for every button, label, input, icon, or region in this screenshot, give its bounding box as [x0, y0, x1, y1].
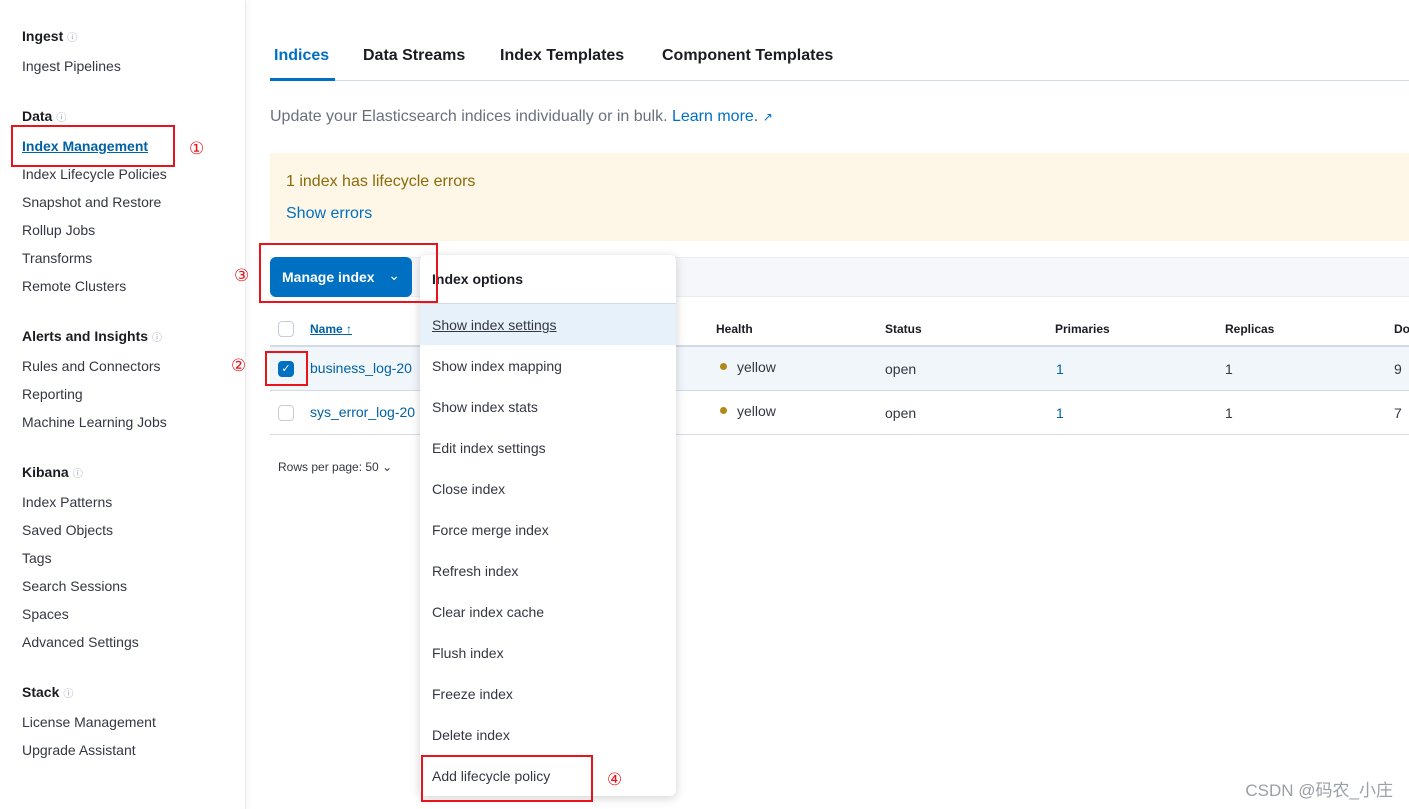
column-status[interactable]: Status: [885, 322, 922, 336]
row-checkbox[interactable]: [278, 405, 294, 421]
column-primaries[interactable]: Primaries: [1055, 322, 1110, 336]
menu-item-clear-cache[interactable]: Clear index cache: [420, 591, 676, 632]
docs-cell: 9: [1394, 361, 1402, 377]
section-title: Stack: [22, 684, 60, 700]
sidebar-item-spaces[interactable]: Spaces: [22, 606, 69, 622]
section-alerts: Alerts and Insights ⓘ: [22, 328, 162, 344]
health-cell: yellow: [720, 403, 776, 419]
sidebar-item-rollup[interactable]: Rollup Jobs: [22, 222, 95, 238]
annotation-box-1: [11, 125, 175, 167]
help-icon[interactable]: ⓘ: [152, 333, 162, 344]
column-name[interactable]: Name ↑: [310, 322, 352, 336]
section-title: Ingest: [22, 28, 64, 44]
section-stack: Stack ⓘ: [22, 684, 73, 700]
sidebar-item-upgrade[interactable]: Upgrade Assistant: [22, 742, 136, 758]
rows-per-page-label: Rows per page: 50: [278, 460, 379, 474]
menu-item-edit-settings[interactable]: Edit index settings: [420, 427, 676, 468]
menu-item-close-index[interactable]: Close index: [420, 468, 676, 509]
index-name-link[interactable]: business_log-20: [310, 360, 412, 376]
status-cell: open: [885, 405, 917, 421]
menu-item-force-merge[interactable]: Force merge index: [420, 509, 676, 550]
help-icon[interactable]: ⓘ: [63, 689, 73, 700]
index-options-menu: Index options Show index settings Show i…: [420, 255, 676, 796]
column-name-label: Name: [310, 322, 343, 336]
sort-ascending-icon: ↑: [346, 322, 353, 336]
tab-index-templates[interactable]: Index Templates: [500, 47, 624, 65]
status-cell: open: [885, 361, 917, 377]
sidebar-item-transforms[interactable]: Transforms: [22, 250, 92, 266]
menu-item-freeze[interactable]: Freeze index: [420, 673, 676, 714]
sidebar-item-snapshot[interactable]: Snapshot and Restore: [22, 194, 161, 210]
sidebar-item-reporting[interactable]: Reporting: [22, 386, 83, 402]
menu-item-show-mapping[interactable]: Show index mapping: [420, 345, 676, 386]
menu-item-show-stats[interactable]: Show index stats: [420, 386, 676, 427]
health-value: yellow: [737, 403, 776, 419]
annotation-box-2: [265, 351, 308, 386]
sidebar-item-license[interactable]: License Management: [22, 714, 156, 730]
primaries-cell: 1: [1056, 405, 1064, 421]
watermark: CSDN @码农_小庄: [1245, 781, 1393, 800]
menu-item-show-settings[interactable]: Show index settings: [420, 304, 676, 345]
replicas-cell: 1: [1225, 405, 1233, 421]
section-title: Kibana: [22, 464, 69, 480]
menu-item-flush[interactable]: Flush index: [420, 632, 676, 673]
primaries-cell: 1: [1056, 361, 1064, 377]
menu-title: Index options: [432, 271, 523, 287]
annotation-number-3: ③: [234, 266, 250, 285]
sidebar-item-rules[interactable]: Rules and Connectors: [22, 358, 161, 374]
callout-title: 1 index has lifecycle errors: [286, 173, 476, 190]
health-cell: yellow: [720, 359, 776, 375]
select-all-checkbox[interactable]: [278, 321, 294, 337]
column-health[interactable]: Health: [716, 322, 753, 336]
sidebar-item-ml-jobs[interactable]: Machine Learning Jobs: [22, 414, 167, 430]
tab-indices[interactable]: Indices: [274, 47, 329, 65]
docs-cell: 7: [1394, 405, 1402, 421]
annotation-number-4: ④: [607, 770, 623, 789]
sidebar-item-saved-objects[interactable]: Saved Objects: [22, 522, 113, 538]
section-title: Data: [22, 108, 53, 124]
section-ingest: Ingest ⓘ: [22, 28, 77, 44]
external-link-icon: ↗: [762, 110, 773, 124]
menu-item-delete[interactable]: Delete index: [420, 714, 676, 755]
sidebar: Ingest ⓘ Ingest Pipelines Data ⓘ Index Man…: [0, 0, 246, 809]
section-title: Alerts and Insights: [22, 328, 149, 344]
column-docs[interactable]: Do: [1394, 322, 1409, 336]
lifecycle-errors-callout: 1 index has lifecycle errors Show errors: [270, 153, 1409, 241]
annotation-box-3: [259, 243, 438, 303]
index-name-link[interactable]: sys_error_log-20: [310, 404, 415, 420]
tabs: Indices Data Streams Index Templates Com…: [270, 40, 1409, 81]
active-tab-indicator: [270, 78, 335, 81]
annotation-box-4: [421, 755, 593, 802]
chevron-down-icon: ⌄: [382, 460, 393, 474]
column-replicas[interactable]: Replicas: [1225, 322, 1274, 336]
menu-item-refresh[interactable]: Refresh index: [420, 550, 676, 591]
sidebar-item-search-sessions[interactable]: Search Sessions: [22, 578, 127, 594]
replicas-cell: 1: [1225, 361, 1233, 377]
health-dot-icon: [720, 363, 727, 370]
show-errors-link[interactable]: Show errors: [286, 205, 372, 223]
help-icon[interactable]: ⓘ: [67, 33, 77, 44]
section-data: Data ⓘ: [22, 108, 66, 124]
description-text: Update your Elasticsearch indices indivi…: [270, 108, 668, 125]
sidebar-item-advanced-settings[interactable]: Advanced Settings: [22, 634, 139, 650]
health-value: yellow: [737, 359, 776, 375]
sidebar-item-index-patterns[interactable]: Index Patterns: [22, 494, 112, 510]
sidebar-item-ilm[interactable]: Index Lifecycle Policies: [22, 166, 167, 182]
health-dot-icon: [720, 407, 727, 414]
help-icon[interactable]: ⓘ: [56, 113, 66, 124]
tab-component-templates[interactable]: Component Templates: [662, 47, 833, 65]
sidebar-item-ingest-pipelines[interactable]: Ingest Pipelines: [22, 58, 121, 74]
rows-per-page-select[interactable]: Rows per page: 50 ⌄: [278, 460, 392, 474]
annotation-number-1: ①: [189, 139, 205, 158]
section-kibana: Kibana ⓘ: [22, 464, 83, 480]
page-description: Update your Elasticsearch indices indivi…: [270, 108, 773, 126]
help-icon[interactable]: ⓘ: [73, 469, 83, 480]
annotation-number-2: ②: [231, 356, 247, 375]
tab-data-streams[interactable]: Data Streams: [363, 47, 465, 65]
sidebar-item-tags[interactable]: Tags: [22, 550, 52, 566]
sidebar-item-remote-clusters[interactable]: Remote Clusters: [22, 278, 126, 294]
learn-more-link[interactable]: Learn more.: [672, 108, 758, 125]
